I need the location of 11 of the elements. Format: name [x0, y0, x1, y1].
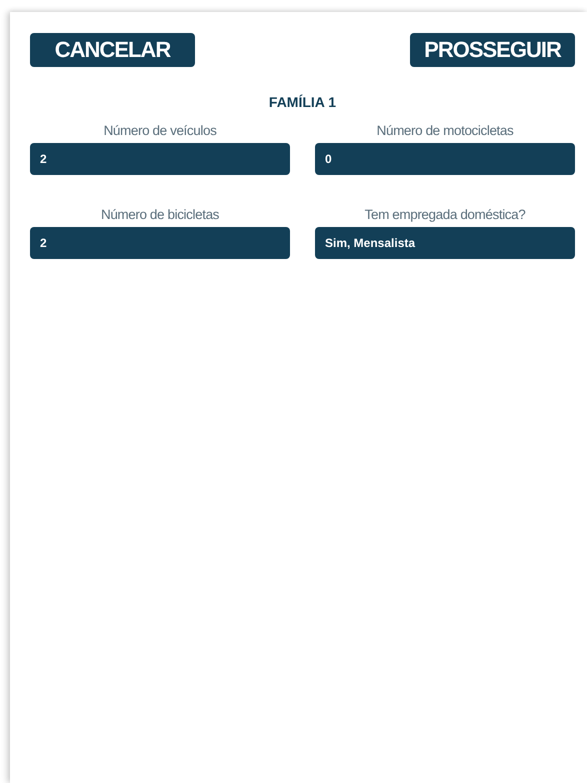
input-field[interactable]: 2	[30, 143, 290, 175]
input-field[interactable]: 0	[315, 143, 575, 175]
input-field[interactable]: Sim, Mensalista	[315, 227, 575, 259]
input-field[interactable]: 2	[30, 227, 290, 259]
section-title: FAMÍLIA 1	[268, 93, 338, 112]
proceed-button[interactable]: PROSSEGUIR	[410, 33, 575, 67]
field-label: Tem empregada doméstica?	[364, 206, 526, 224]
field-label: Número de bicicletas	[100, 206, 220, 224]
field-label: Número de veículos	[102, 122, 218, 140]
field-label: Número de motocicletas	[376, 122, 514, 140]
cancel-button[interactable]: CANCELAR	[30, 33, 195, 67]
